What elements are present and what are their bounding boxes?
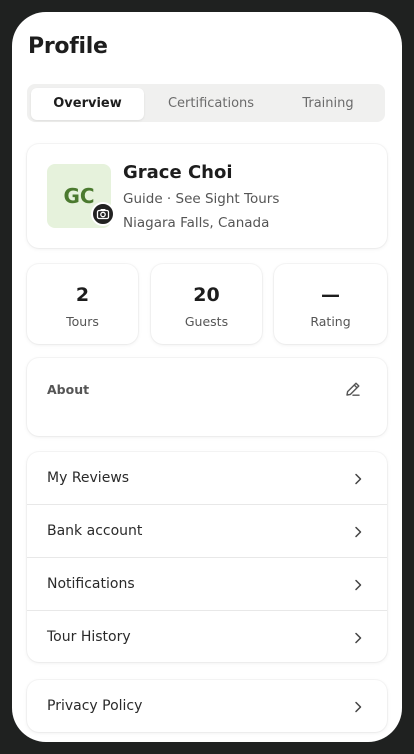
profile-role: Guide · See Sight Tours [123, 191, 280, 207]
stat-tours: 2 Tours [27, 264, 138, 344]
chevron-right-icon [351, 471, 365, 485]
menu-item-tour-history[interactable]: Tour History [27, 611, 387, 663]
profile-card: GC Grace Choi Guide · See Sight Tours Ni… [27, 144, 387, 248]
menu-item-bank-account[interactable]: Bank account [27, 505, 387, 557]
menu-item-notifications[interactable]: Notifications [27, 558, 387, 610]
menu-item-my-reviews[interactable]: My Reviews [27, 452, 387, 504]
stat-guests: 20 Guests [151, 264, 262, 344]
profile-name: Grace Choi [123, 162, 233, 183]
stat-rating: — Rating [274, 264, 387, 344]
tab-training[interactable]: Training [275, 88, 381, 120]
menu-item-label: Privacy Policy [47, 698, 143, 714]
menu-item-label: Notifications [47, 576, 135, 592]
stat-rating-label: Rating [310, 314, 351, 329]
menu-item-label: My Reviews [47, 470, 130, 486]
tab-overview[interactable]: Overview [31, 88, 144, 120]
tab-certifications[interactable]: Certifications [151, 88, 271, 120]
chevron-right-icon [351, 577, 365, 591]
camera-icon[interactable] [91, 202, 115, 226]
about-label: About [47, 382, 90, 397]
stat-tours-value: 2 [75, 284, 90, 306]
about-card: About [27, 358, 387, 436]
tab-bar: Overview Certifications Training [27, 84, 385, 122]
stat-guests-value: 20 [193, 284, 220, 306]
chevron-right-icon [351, 524, 365, 538]
menu-item-label: Bank account [47, 523, 143, 539]
avatar[interactable]: GC [47, 164, 115, 228]
chevron-right-icon [351, 630, 365, 644]
pencil-icon[interactable] [343, 379, 363, 399]
page-title: Profile [28, 34, 108, 59]
stat-guests-label: Guests [184, 314, 229, 329]
menu-item-label: Tour History [47, 629, 131, 645]
menu-item-privacy-policy[interactable]: Privacy Policy [27, 680, 387, 732]
phone-screen: Profile Overview Certifications Training… [12, 12, 402, 742]
stat-tours-label: Tours [66, 314, 99, 329]
menu-list: My Reviews Bank account Notifications To… [27, 452, 387, 662]
stat-rating-value: — [321, 284, 340, 306]
profile-location: Niagara Falls, Canada [123, 215, 270, 231]
privacy-card: Privacy Policy [27, 680, 387, 732]
chevron-right-icon [351, 699, 365, 713]
